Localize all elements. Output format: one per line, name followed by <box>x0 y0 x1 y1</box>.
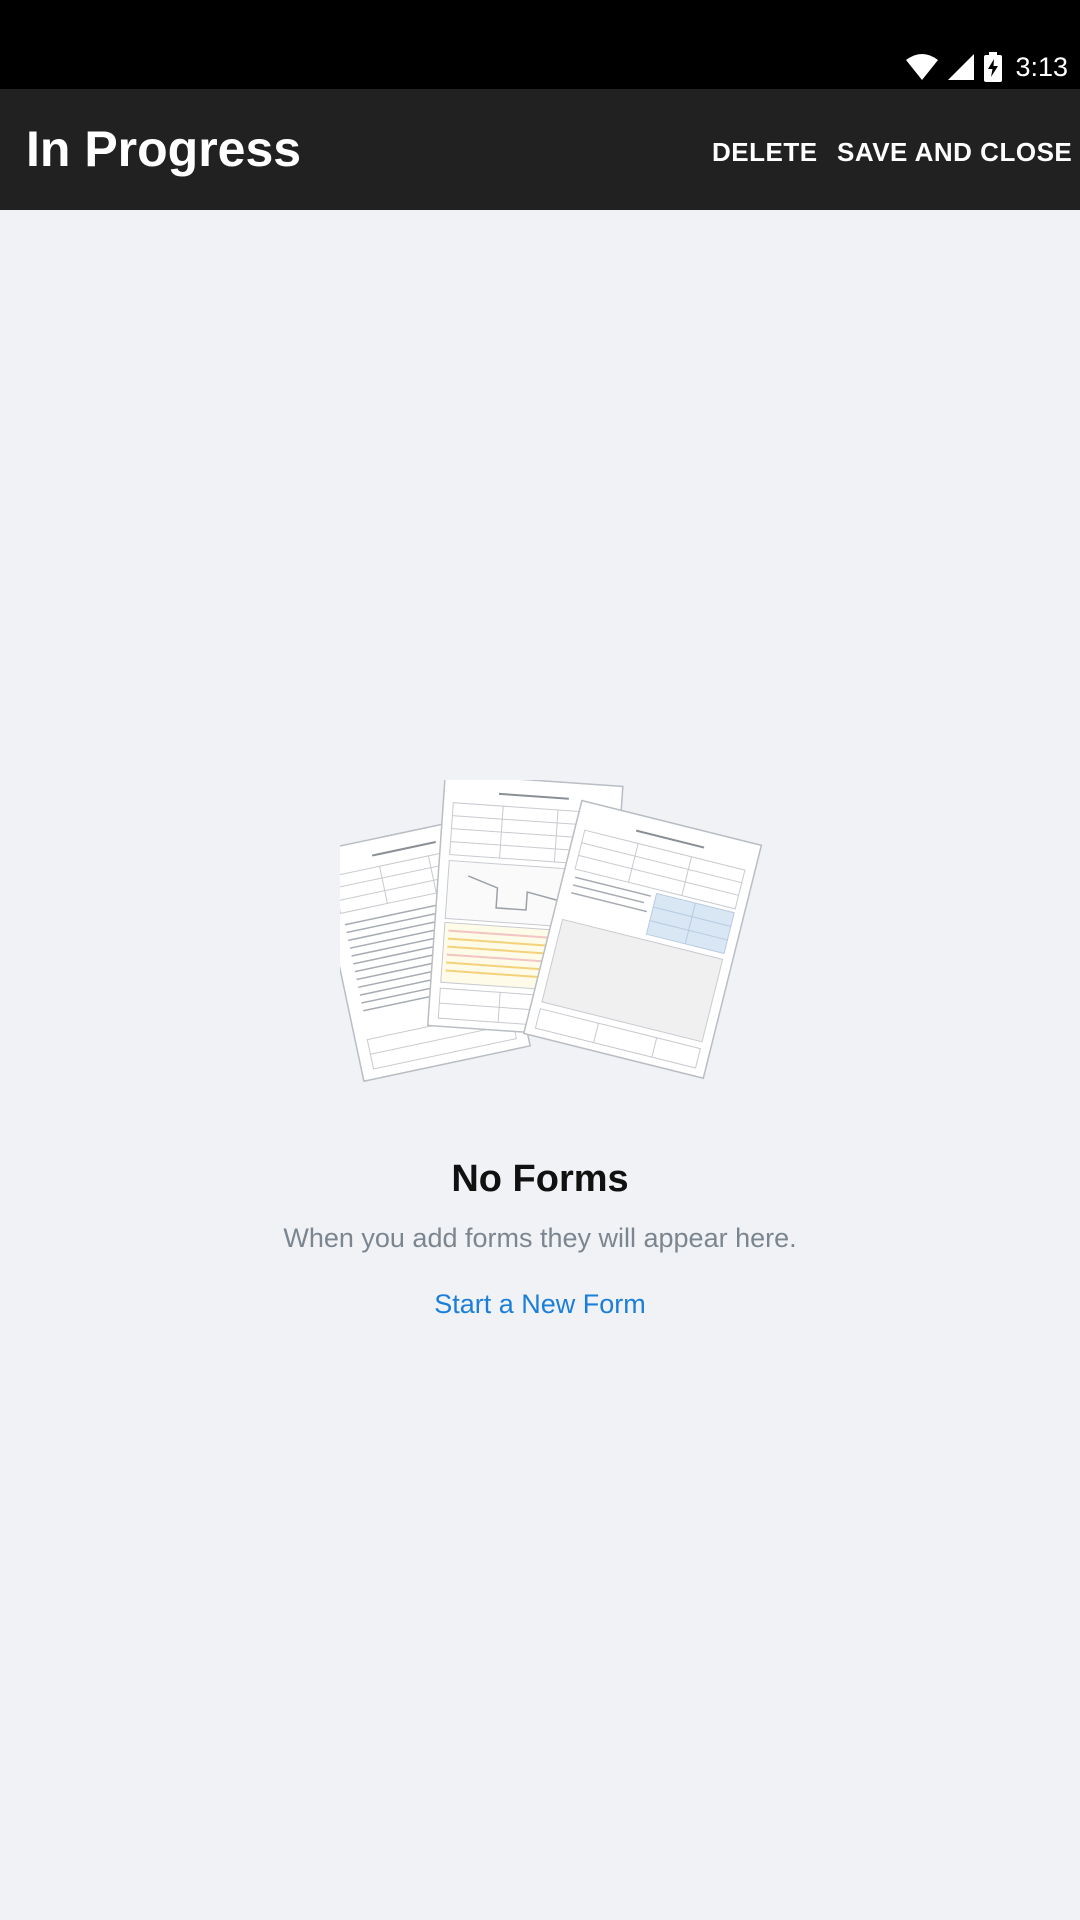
app-bar: In Progress DELETE SAVE AND CLOSE <box>0 89 1080 210</box>
start-new-form-link[interactable]: Start a New Form <box>0 1289 1080 1320</box>
wifi-icon <box>905 53 939 81</box>
battery-charging-icon <box>983 52 1003 82</box>
status-time: 3:13 <box>1015 51 1068 82</box>
empty-state-title: No Forms <box>451 1158 629 1200</box>
empty-state-subtitle: When you add forms they will appear here… <box>283 1223 797 1253</box>
save-and-close-button[interactable]: SAVE AND CLOSE <box>837 137 1072 167</box>
status-icons: 3:13 <box>905 50 1068 84</box>
page-title: In Progress <box>26 121 302 177</box>
delete-button[interactable]: DELETE <box>712 137 818 167</box>
status-bar: 3:13 <box>0 0 1080 89</box>
cell-signal-icon <box>947 53 975 81</box>
form-documents-icon <box>314 773 770 1090</box>
